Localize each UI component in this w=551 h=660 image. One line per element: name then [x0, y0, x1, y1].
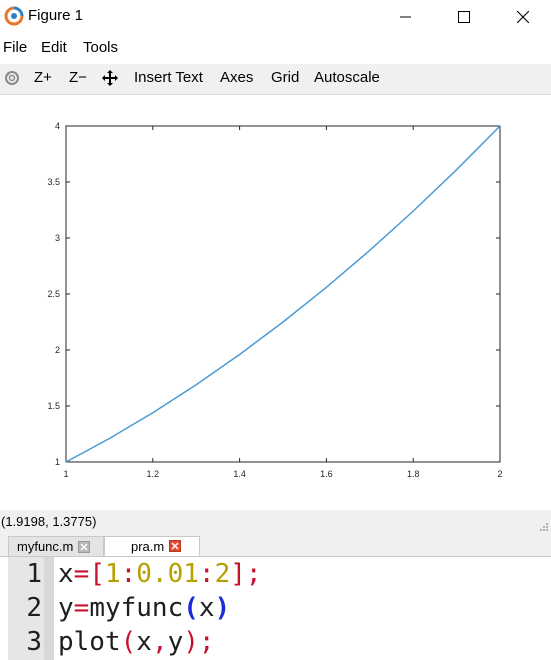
zoom-in-button[interactable]: Z+	[34, 69, 52, 86]
axes-button[interactable]: Axes	[220, 69, 253, 86]
tab-close-icon[interactable]	[168, 540, 181, 553]
close-icon	[517, 10, 529, 23]
tab-label: myfunc.m	[17, 539, 74, 554]
title-bar: Figure 1	[0, 0, 551, 33]
code-token: (	[183, 593, 199, 623]
x-tick-label: 1.4	[233, 469, 246, 479]
y-tick-label: 3.5	[47, 177, 60, 187]
rotate-icon[interactable]	[4, 70, 20, 86]
status-bar: (1.9198, 1.3775)	[0, 510, 551, 534]
code-token: [	[89, 559, 105, 589]
code-token: ;	[198, 627, 215, 657]
resize-grip-icon[interactable]	[539, 522, 549, 532]
code-token: :	[120, 559, 137, 589]
tab-label: pra.m	[131, 538, 165, 554]
code-token: ]	[230, 559, 246, 589]
close-button[interactable]	[500, 0, 546, 33]
code-line-1[interactable]: x=[1:0.01:2];	[58, 559, 262, 589]
y-tick-label: 2.5	[47, 289, 60, 299]
code-token: myfunc	[89, 593, 184, 623]
maximize-button[interactable]	[441, 0, 487, 33]
code-token: ,	[151, 627, 168, 657]
figure-canvas[interactable]: 1 1.2 1.4 1.6 1.8 2 1 1.5 2 2.5 3 3.5 4	[0, 95, 551, 510]
code-token: y	[58, 593, 74, 623]
minimize-button[interactable]	[383, 0, 429, 33]
plot-axes-box	[65, 125, 501, 463]
code-token: 1	[104, 559, 121, 589]
tab-pra[interactable]: pra.m	[104, 536, 200, 556]
octave-logo-icon	[4, 6, 24, 26]
menu-file[interactable]: File	[3, 39, 27, 56]
line-plot[interactable]: 1 1.2 1.4 1.6 1.8 2 1 1.5 2 2.5 3 3.5 4	[0, 95, 551, 510]
code-token: 2	[214, 559, 231, 589]
editor-tab-strip: myfunc.m pra.m	[0, 534, 551, 557]
code-token: =	[73, 593, 90, 623]
code-token: x	[198, 593, 215, 623]
grid-button[interactable]: Grid	[271, 69, 299, 86]
code-token: (	[120, 627, 137, 657]
code-line-3[interactable]: plot(x,y);	[58, 627, 215, 657]
code-token: 0.01	[136, 559, 199, 589]
code-token: x	[136, 627, 152, 657]
tab-myfunc[interactable]: myfunc.m	[8, 536, 104, 556]
minimize-icon	[400, 16, 411, 17]
tab-close-icon[interactable]	[77, 540, 90, 553]
menu-bar: File Edit Tools	[0, 35, 551, 61]
y-tick-label: 1	[55, 457, 60, 467]
line-number: 3	[26, 627, 42, 657]
line-number: 2	[26, 593, 42, 623]
window-title: Figure 1	[28, 7, 84, 24]
y-tick-label: 3	[55, 233, 60, 243]
y-tick-label: 2	[55, 345, 60, 355]
y-tick-label: 4	[55, 121, 60, 131]
x-tick-label: 1.8	[407, 469, 420, 479]
code-token: :	[198, 559, 215, 589]
code-token: )	[183, 627, 199, 657]
menu-edit[interactable]: Edit	[41, 39, 67, 56]
zoom-out-button[interactable]: Z−	[69, 69, 87, 86]
code-editor[interactable]: 1 2 3 x=[1:0.01:2]; y=myfunc(x) plot(x,y…	[0, 557, 551, 660]
code-token: )	[214, 593, 231, 623]
code-token: y	[167, 627, 184, 657]
figure-toolbar: Z+ Z− Insert Text Axes Grid Autoscale	[0, 64, 551, 95]
gutter-margin	[44, 557, 54, 660]
x-tick-label: 1.6	[320, 469, 333, 479]
code-token: =	[73, 559, 90, 589]
code-token: x	[58, 559, 74, 589]
code-line-2[interactable]: y=myfunc(x)	[58, 593, 230, 623]
x-tick-label: 2	[497, 469, 502, 479]
x-tick-label: 1	[63, 469, 68, 479]
insert-text-button[interactable]: Insert Text	[134, 69, 203, 86]
y-tick-label: 1.5	[47, 401, 60, 411]
code-token: plot	[58, 627, 121, 657]
code-token: ;	[245, 559, 262, 589]
pan-move-icon[interactable]	[102, 70, 118, 86]
x-tick-label: 1.2	[147, 469, 160, 479]
line-number: 1	[26, 559, 42, 589]
menu-tools[interactable]: Tools	[83, 39, 118, 56]
maximize-icon	[458, 10, 470, 23]
cursor-coordinates: (1.9198, 1.3775)	[1, 514, 97, 529]
autoscale-button[interactable]: Autoscale	[314, 69, 380, 86]
